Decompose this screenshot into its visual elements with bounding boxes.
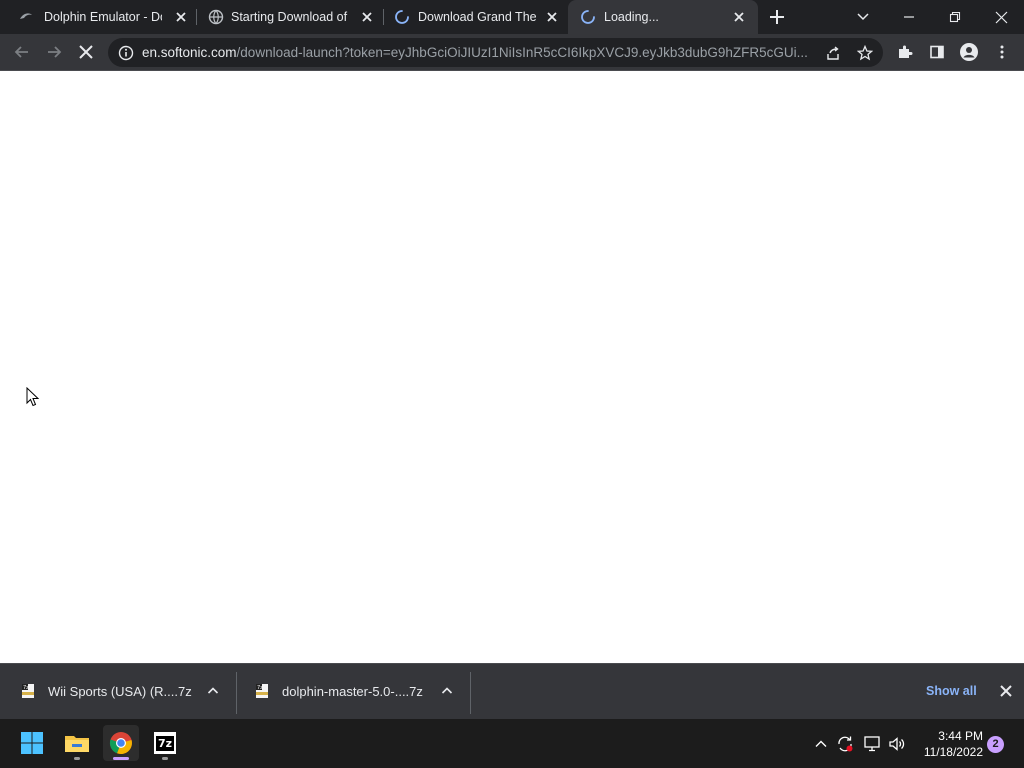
taskbar: 7z 3:44 PM 11/18/2022 2 — [0, 719, 1024, 768]
side-panel-icon — [930, 45, 944, 59]
taskbar-7zip[interactable]: 7z — [147, 725, 183, 761]
tab-close-icon[interactable] — [174, 10, 188, 24]
globe-icon — [208, 9, 224, 25]
speaker-icon — [889, 737, 905, 751]
profile-button[interactable] — [957, 40, 981, 64]
puzzle-icon — [899, 45, 913, 58]
back-button[interactable] — [10, 40, 34, 64]
tab-title: Loading... — [604, 10, 659, 24]
tab-title: Download Grand Theft — [418, 10, 536, 24]
tab-close-icon[interactable] — [732, 10, 746, 24]
download-filename: Wii Sports (USA) (R....7z — [48, 684, 192, 699]
back-arrow-icon — [14, 46, 28, 58]
download-shelf: 7z Wii Sports (USA) (R....7z 7z dolphin-… — [0, 663, 1024, 719]
tab-separator — [196, 9, 197, 25]
new-tab-icon[interactable] — [766, 6, 788, 28]
restore-button[interactable] — [932, 0, 978, 34]
forward-button[interactable] — [42, 40, 66, 64]
close-icon[interactable] — [999, 684, 1013, 698]
svg-text:7z: 7z — [23, 685, 29, 691]
loading-spinner-icon — [581, 10, 595, 24]
url-host: en.softonic.com — [142, 45, 237, 60]
avatar — [960, 43, 978, 61]
chevron-down-icon — [857, 13, 869, 21]
tab-dolphin-emulator[interactable]: Dolphin Emulator - Dow — [8, 0, 192, 34]
7zip-icon: 7z — [154, 732, 176, 754]
tab-title: Starting Download of W — [231, 10, 349, 24]
kebab-menu-icon — [1000, 45, 1004, 59]
7z-file-icon: 7z — [22, 684, 34, 698]
tab-close-icon[interactable] — [545, 10, 559, 24]
chevron-up-icon[interactable] — [441, 685, 453, 697]
browser-toolbar: en.softonic.com/download-launch?token=ey… — [0, 34, 1024, 71]
loading-spinner-icon — [395, 10, 409, 24]
app-running-indicator — [74, 757, 80, 760]
download-item[interactable]: 7z Wii Sports (USA) (R....7z — [0, 664, 234, 720]
tab-search-button[interactable] — [840, 0, 886, 34]
chevron-up-icon — [815, 740, 827, 747]
svg-text:7z: 7z — [257, 685, 263, 691]
app-active-indicator — [113, 757, 129, 760]
extensions-button[interactable] — [893, 40, 917, 64]
menu-button[interactable] — [990, 40, 1014, 64]
tab-strip: Dolphin Emulator - Dow Starting Download… — [0, 0, 1024, 34]
sync-icon — [838, 736, 853, 752]
7zip-icon-label: 7z — [155, 735, 175, 751]
sync-tray-button[interactable] — [836, 735, 854, 753]
taskbar-chrome[interactable] — [103, 725, 139, 761]
screen: Dolphin Emulator - Dow Starting Download… — [0, 0, 1024, 768]
stop-loading-button[interactable] — [74, 40, 98, 64]
dolphin-icon — [20, 13, 32, 19]
url-path: /download-launch?token=eyJhbGciOiJIUzI1N… — [236, 45, 808, 60]
close-window-button[interactable] — [978, 0, 1024, 34]
side-panel-button[interactable] — [925, 40, 949, 64]
mouse-cursor-icon — [26, 387, 40, 407]
download-filename: dolphin-master-5.0-....7z — [282, 684, 423, 699]
taskbar-file-explorer[interactable] — [59, 725, 95, 761]
restore-icon — [949, 11, 961, 23]
page-content[interactable] — [0, 71, 1024, 663]
taskbar-clock[interactable]: 3:44 PM 11/18/2022 — [913, 728, 983, 760]
site-info-icon[interactable] — [116, 43, 136, 63]
tab-title: Dolphin Emulator - Dow — [44, 10, 162, 24]
7z-file-icon: 7z — [256, 684, 268, 698]
clock-time: 3:44 PM — [938, 729, 983, 743]
volume-tray-button[interactable] — [888, 735, 906, 753]
url-text[interactable]: en.softonic.com/download-launch?token=ey… — [142, 45, 812, 60]
stop-icon — [79, 45, 93, 59]
close-icon — [995, 11, 1007, 23]
address-bar[interactable]: en.softonic.com/download-launch?token=ey… — [108, 38, 883, 67]
chrome-icon — [109, 732, 132, 755]
file-explorer-icon — [65, 736, 89, 752]
tab-starting-download[interactable]: Starting Download of W — [198, 0, 382, 34]
share-icon[interactable] — [823, 43, 843, 63]
tab-close-icon[interactable] — [360, 10, 374, 24]
show-hidden-icons-button[interactable] — [812, 735, 830, 753]
app-running-indicator — [162, 757, 168, 760]
forward-arrow-icon — [48, 46, 62, 58]
tab-download-gta[interactable]: Download Grand Theft — [384, 0, 568, 34]
bookmark-star-icon[interactable] — [855, 43, 875, 63]
chevron-up-icon[interactable] — [207, 685, 219, 697]
tab-loading[interactable]: Loading... — [568, 0, 758, 34]
minimize-icon — [904, 16, 914, 18]
show-all-downloads-link[interactable]: Show all — [926, 684, 977, 698]
start-button[interactable] — [14, 725, 50, 761]
download-separator — [470, 672, 471, 714]
windows-start-icon — [21, 732, 43, 754]
minimize-button[interactable] — [886, 0, 932, 34]
network-icon — [864, 736, 880, 752]
network-tray-button[interactable] — [863, 735, 881, 753]
notification-badge[interactable]: 2 — [987, 736, 1004, 753]
clock-date: 11/18/2022 — [923, 745, 983, 759]
download-item[interactable]: 7z dolphin-master-5.0-....7z — [234, 664, 470, 720]
